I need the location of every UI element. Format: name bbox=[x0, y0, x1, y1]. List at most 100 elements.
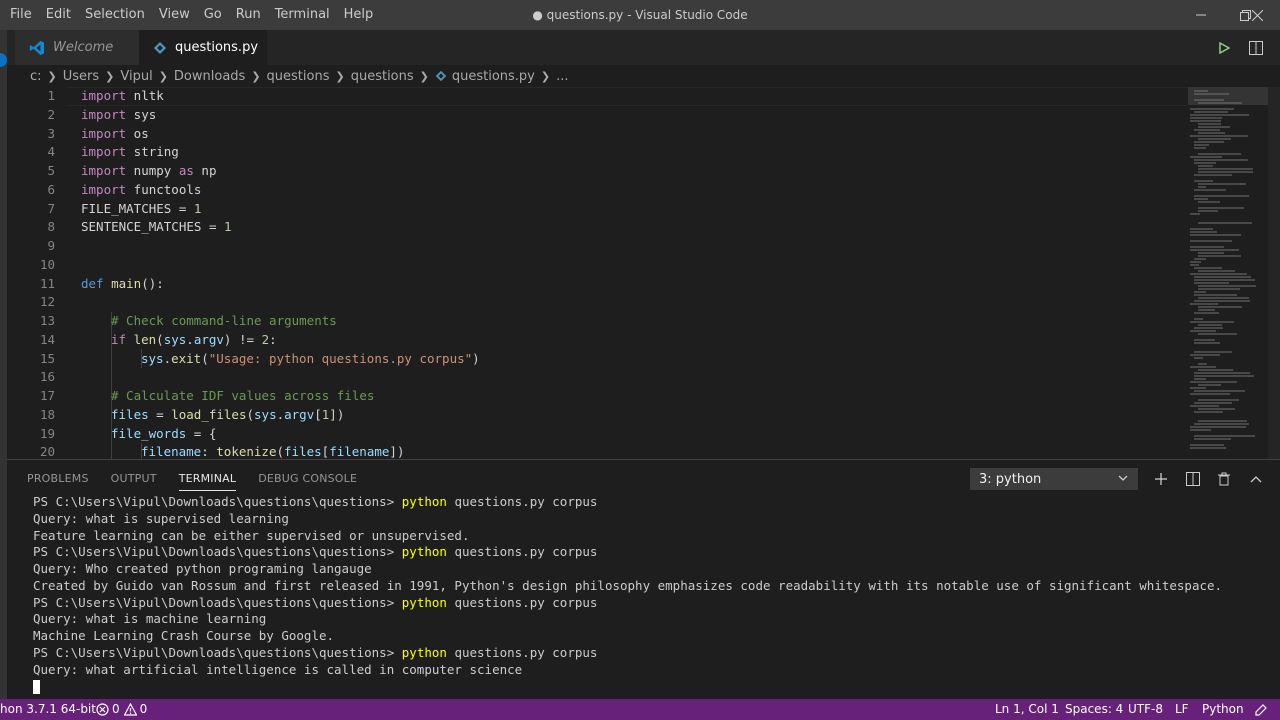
code-token: file_words bbox=[111, 425, 187, 441]
breadcrumb-item[interactable]: ... bbox=[556, 69, 568, 84]
terminal-output[interactable]: PS C:\Users\Vipul\Downloads\questions\qu… bbox=[33, 494, 1273, 694]
chevron-right-icon: ❯ bbox=[335, 69, 345, 83]
tab-problems[interactable]: PROBLEMS bbox=[27, 460, 89, 498]
code-token: sys bbox=[254, 406, 277, 422]
tab-questions-py[interactable]: questions.py bbox=[139, 30, 267, 65]
minimap-line bbox=[1190, 261, 1201, 263]
code-token: 1 bbox=[193, 200, 202, 216]
split-editor-button[interactable] bbox=[1241, 30, 1271, 65]
minimap-line bbox=[1194, 294, 1237, 296]
breadcrumb-item[interactable]: Users bbox=[63, 69, 99, 84]
minimap-line bbox=[1198, 288, 1240, 290]
tab-welcome[interactable]: Welcome bbox=[15, 30, 139, 65]
menu-edit[interactable]: Edit bbox=[39, 0, 78, 30]
minimap-line bbox=[1194, 276, 1251, 278]
activity-bar bbox=[0, 30, 7, 699]
minimap[interactable] bbox=[1188, 87, 1268, 459]
code-token: exit bbox=[171, 350, 202, 366]
terminal-select-value: 3: python bbox=[979, 471, 1042, 487]
close-window-button[interactable] bbox=[1234, 0, 1280, 30]
run-file-button[interactable] bbox=[1209, 30, 1239, 65]
minimap-line bbox=[1198, 324, 1222, 326]
minimap-line bbox=[1194, 282, 1229, 284]
problems-status[interactable]: 0 0 bbox=[96, 699, 147, 720]
menu-view[interactable]: View bbox=[152, 0, 197, 30]
terminal-select-dropdown[interactable]: 3: python bbox=[970, 468, 1138, 490]
minimap-line bbox=[1190, 321, 1234, 323]
menu-bar: File Edit Selection View Go Run Terminal… bbox=[0, 0, 380, 30]
minimap-line bbox=[1190, 444, 1224, 446]
code-token: SENTENCE_MATCHES bbox=[81, 219, 202, 235]
title-bar: File Edit Selection View Go Run Terminal… bbox=[0, 0, 1280, 30]
breadcrumb-item[interactable]: questions bbox=[267, 69, 330, 84]
menu-file[interactable]: File bbox=[3, 0, 39, 30]
split-terminal-button[interactable] bbox=[1182, 468, 1204, 490]
minimap-line bbox=[1198, 165, 1213, 167]
maximize-panel-button[interactable] bbox=[1245, 468, 1267, 490]
menu-terminal[interactable]: Terminal bbox=[268, 0, 337, 30]
minimize-button[interactable] bbox=[1178, 0, 1224, 30]
minimap-line bbox=[1198, 255, 1241, 257]
code-token: ) != bbox=[223, 331, 262, 347]
breadcrumb-item[interactable]: c: bbox=[30, 69, 42, 84]
minimap-line bbox=[1190, 393, 1230, 395]
language-mode-status[interactable]: Python bbox=[1202, 699, 1244, 720]
feedback-button[interactable] bbox=[1254, 699, 1268, 720]
breadcrumb-item[interactable]: Downloads bbox=[174, 69, 245, 84]
panel-tab-bar: PROBLEMS OUTPUT TERMINAL DEBUG CONSOLE bbox=[27, 460, 379, 498]
menu-help[interactable]: Help bbox=[337, 0, 381, 30]
minimap-line bbox=[1198, 171, 1253, 173]
code-token: import bbox=[81, 125, 127, 141]
code-editor[interactable]: 1 import nltk 2 import sys 3 import os 4 imp… bbox=[7, 87, 1280, 459]
minimap-line bbox=[1190, 108, 1234, 110]
badge-icon bbox=[0, 53, 7, 67]
menu-selection[interactable]: Selection bbox=[78, 0, 152, 30]
tab-debug-console[interactable]: DEBUG CONSOLE bbox=[258, 460, 357, 498]
encoding-status[interactable]: UTF-8 bbox=[1128, 699, 1163, 720]
minimap-line bbox=[1190, 246, 1224, 248]
code-token: [ bbox=[314, 406, 322, 422]
python-interpreter-status[interactable]: hon 3.7.1 64-bit bbox=[0, 699, 96, 720]
code-line: 3 import os bbox=[7, 125, 1187, 144]
bottom-panel: PROBLEMS OUTPUT TERMINAL DEBUG CONSOLE 3… bbox=[7, 459, 1280, 699]
minimap-line bbox=[1198, 210, 1218, 212]
code-token: import bbox=[81, 144, 127, 160]
line-number: 14 bbox=[39, 331, 55, 347]
terminal-args: questions.py corpus bbox=[446, 594, 598, 610]
minimap-line bbox=[1194, 267, 1222, 269]
tab-output[interactable]: OUTPUT bbox=[111, 460, 157, 498]
minimap-line bbox=[1198, 270, 1235, 272]
tab-terminal[interactable]: TERMINAL bbox=[178, 460, 237, 498]
minimap-line bbox=[1194, 279, 1255, 281]
indentation-status[interactable]: Spaces: 4 bbox=[1065, 699, 1123, 720]
minimap-line bbox=[1198, 168, 1253, 170]
code-line: 7 FILE_MATCHES = 1 bbox=[7, 200, 1187, 219]
minimap-line bbox=[1198, 408, 1235, 410]
minimap-line bbox=[1194, 423, 1249, 425]
minimap-line bbox=[1190, 264, 1199, 266]
line-number: 11 bbox=[39, 275, 55, 291]
line-number: 5 bbox=[47, 163, 55, 178]
breadcrumb-item[interactable]: Vipul bbox=[120, 69, 152, 84]
minimap-line bbox=[1194, 144, 1209, 146]
line-number: 12 bbox=[39, 294, 55, 310]
code-token: functools bbox=[126, 181, 202, 197]
eol-status[interactable]: LF bbox=[1175, 699, 1189, 720]
menu-go[interactable]: Go bbox=[197, 0, 229, 30]
minimap-viewport[interactable] bbox=[1188, 87, 1268, 105]
code-token: : bbox=[269, 331, 277, 347]
code-token: tokenize bbox=[216, 444, 277, 459]
terminal-line: Query: Who created python programing lan… bbox=[33, 561, 372, 576]
cursor-position-status[interactable]: Ln 1, Col 1 bbox=[995, 699, 1059, 720]
kill-terminal-button[interactable] bbox=[1213, 468, 1235, 490]
minimap-line bbox=[1194, 291, 1206, 293]
code-token: numpy bbox=[126, 163, 179, 178]
code-line: 14 if len(sys.argv) != 2: bbox=[7, 331, 1187, 350]
breadcrumb-item[interactable]: questions.py bbox=[452, 69, 535, 84]
minimap-line bbox=[1190, 366, 1216, 368]
menu-run[interactable]: Run bbox=[229, 0, 268, 30]
new-terminal-button[interactable] bbox=[1150, 468, 1172, 490]
breadcrumb-item[interactable]: questions bbox=[351, 69, 414, 84]
vertical-scrollbar[interactable] bbox=[1268, 87, 1280, 459]
line-number: 2 bbox=[47, 106, 55, 122]
